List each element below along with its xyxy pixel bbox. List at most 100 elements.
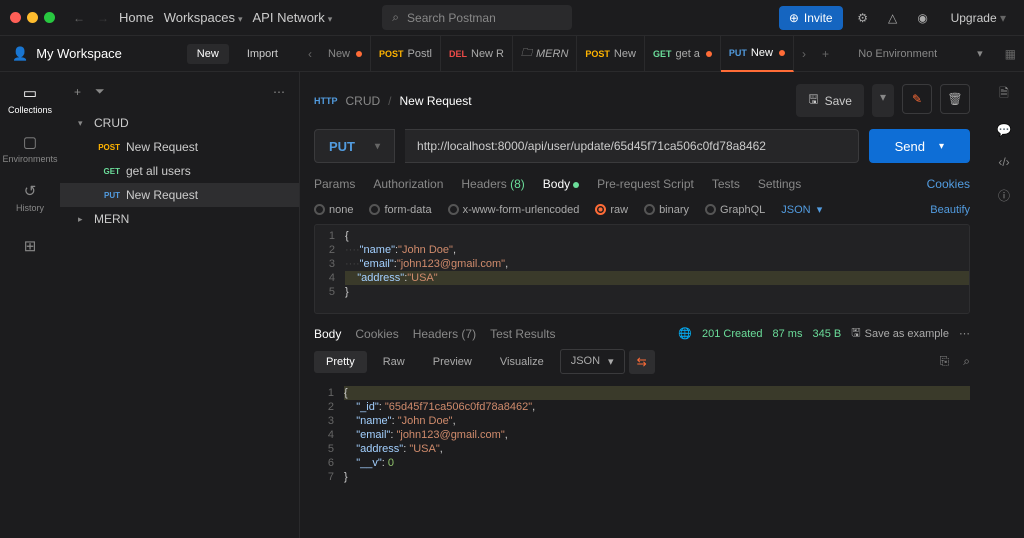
copy-icon[interactable]: ⎘ [940,354,950,369]
delete-icon[interactable]: 🗑 [940,84,970,114]
environment-selector[interactable]: No Environment▾ [844,47,996,60]
resp-tab-body[interactable]: Body [314,327,341,341]
upgrade-button[interactable]: Upgrade ▾ [943,6,1014,30]
global-search[interactable]: ⌕ Search Postman [382,5,572,30]
opt-graphql[interactable]: GraphQL [705,204,765,216]
resp-tab-cookies[interactable]: Cookies [355,327,398,341]
notifications-icon[interactable]: △ [883,11,903,25]
api-network-menu[interactable]: API Network▾ [253,10,333,25]
response-view-tabs: Pretty Raw Preview Visualize JSON▾ ⇆ ⎘ ⌕ [300,349,984,382]
new-tab[interactable]: + [814,47,837,61]
save-button[interactable]: 🖫Save [796,84,864,117]
chevron-right-icon: ▸ [78,214,88,225]
left-rail: ▭Collections ▢Environments ↺History ⊞ [0,72,60,538]
wrap-toggle[interactable]: ⇆ [629,350,655,374]
view-pretty[interactable]: Pretty [314,351,367,373]
beautify-link[interactable]: Beautify [930,204,970,216]
rail-collections[interactable]: ▭Collections [8,84,52,115]
view-preview[interactable]: Preview [421,351,484,373]
back-icon[interactable]: ← [73,11,85,25]
tab-new[interactable]: New [320,36,371,72]
rail-environments[interactable]: ▢Environments [2,133,57,164]
folder-icon: 🗀 [521,44,532,63]
tab-get[interactable]: GETget a [645,36,721,72]
request-body-editor[interactable]: 1{ 2····"name":"John Doe", 3····"email":… [314,224,970,314]
code-icon[interactable]: ‹/› [998,155,1009,169]
tab-auth[interactable]: Authorization [373,177,443,191]
tab-put-active[interactable]: PUTNew [721,36,794,72]
sidebar: + ⏷ ⋯ ▾CRUD POSTNew Request GETget all u… [60,72,300,538]
comments-icon[interactable]: 💬 [997,123,1012,137]
tab-tests[interactable]: Tests [712,177,740,191]
resp-tab-headers[interactable]: Headers (7) [413,327,476,341]
method-select[interactable]: PUT▾ [314,129,395,163]
chevron-down-icon: ▾ [78,118,88,129]
forward-icon[interactable]: → [97,11,109,25]
env-quicklook-icon[interactable]: ▦ [997,47,1024,61]
workspaces-menu[interactable]: Workspaces▾ [164,10,243,25]
window-traffic-lights[interactable] [10,12,55,23]
rail-more[interactable]: ⊞ [24,237,37,255]
bot-icon[interactable]: ◉ [913,11,933,25]
tab-headers[interactable]: Headers (8) [461,177,524,191]
tab-params[interactable]: Params [314,177,355,191]
tab-prescript[interactable]: Pre-request Script [597,177,694,191]
opt-none[interactable]: none [314,204,353,216]
home-link[interactable]: Home [119,10,154,25]
req-post-new[interactable]: POSTNew Request [60,135,299,159]
settings-icon[interactable]: ⚙ [853,11,873,25]
info-icon[interactable]: ⓘ [998,187,1010,204]
req-put-new[interactable]: PUTNew Request [60,183,299,207]
opt-formdata[interactable]: form-data [369,204,431,216]
tab-body[interactable]: Body [543,177,579,191]
filter-icon[interactable]: ⏷ [95,84,105,99]
url-input[interactable]: http://localhost:8000/api/user/update/65… [405,129,859,163]
tab-scroll-left[interactable]: ‹ [300,47,320,61]
cookies-link[interactable]: Cookies [927,177,970,191]
titlebar: ← → Home Workspaces▾ API Network▾ ⌕ Sear… [0,0,1024,36]
tab-post2[interactable]: POSTNew [577,36,645,72]
save-dropdown[interactable]: ▾ [872,84,894,117]
resp-tab-tests[interactable]: Test Results [490,327,555,341]
save-example[interactable]: 🖫Save as example [851,324,949,343]
grid-icon: ⊞ [24,237,37,255]
more-icon[interactable]: ⋯ [959,327,970,340]
opt-binary[interactable]: binary [644,204,689,216]
add-icon[interactable]: + [74,85,81,99]
history-icon: ↺ [24,182,37,200]
request-name[interactable]: New Request [400,94,472,108]
search-resp-icon[interactable]: ⌕ [963,354,970,369]
environments-icon: ▢ [23,133,37,151]
view-visualize[interactable]: Visualize [488,351,556,373]
import-button[interactable]: Import [237,44,288,64]
opt-raw[interactable]: raw [595,204,628,216]
workspace-title[interactable]: 👤 My Workspace New Import [0,44,300,64]
collections-icon: ▭ [23,84,37,102]
rail-history[interactable]: ↺History [16,182,44,213]
right-rail: 🗎 💬 ‹/› ⓘ [984,72,1024,538]
raw-type-select[interactable]: JSON ▾ [781,203,822,216]
tab-scroll-right[interactable]: › [794,47,814,61]
req-get-users[interactable]: GETget all users [60,159,299,183]
response-body[interactable]: 1{ 2 "_id": "65d45f71ca506c0fd78a8462", … [314,382,970,488]
new-button[interactable]: New [187,44,229,64]
invite-button[interactable]: ⊕ Invite [779,6,843,30]
tab-post[interactable]: POSTPostl [371,36,441,72]
folder-mern[interactable]: ▸MERN [60,207,299,231]
save-icon: 🖫 [851,324,860,343]
person-add-icon: ⊕ [789,11,799,25]
resp-type-select[interactable]: JSON▾ [560,349,625,374]
send-button[interactable]: Send▾ [869,129,970,163]
tab-menu[interactable]: ▾ [837,47,844,61]
folder-crud[interactable]: ▾CRUD [60,111,299,135]
tab-settings[interactable]: Settings [758,177,801,191]
globe-icon[interactable]: 🌐 [678,327,692,340]
docs-icon[interactable]: 🗎 [999,84,1009,105]
tab-mern[interactable]: 🗀MERN [513,36,577,72]
view-raw[interactable]: Raw [371,351,417,373]
tab-del[interactable]: DELNew R [441,36,513,72]
edit-icon[interactable]: ✎ [902,84,932,114]
more-icon[interactable]: ⋯ [273,85,285,99]
body-type-radios: none form-data x-www-form-urlencoded raw… [300,195,984,224]
opt-urlencoded[interactable]: x-www-form-urlencoded [448,204,580,216]
